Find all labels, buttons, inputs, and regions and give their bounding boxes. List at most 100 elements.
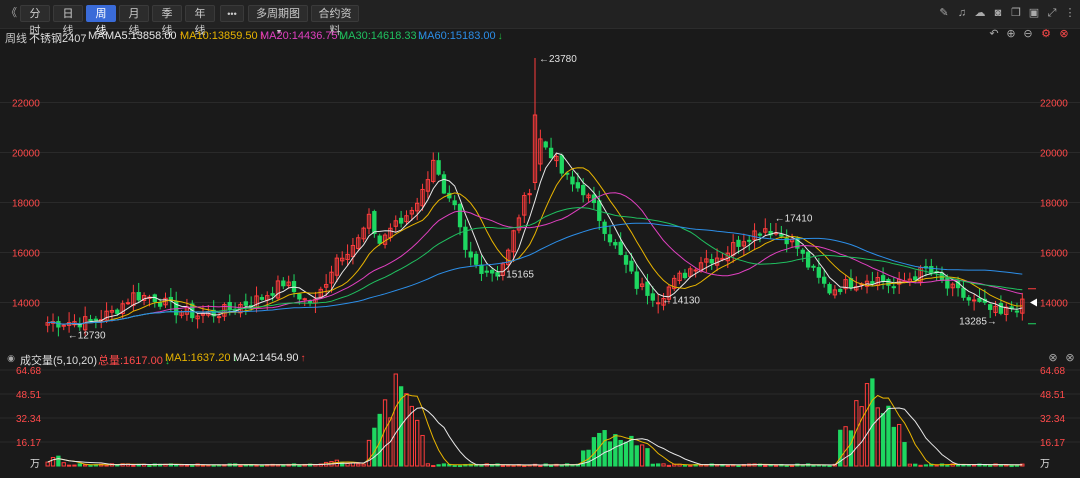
candle-body <box>575 182 581 189</box>
ma-label: MA <box>88 30 105 42</box>
period-tab-year[interactable]: 年线 <box>185 5 215 37</box>
volume-bar <box>725 464 730 467</box>
camera-icon[interactable]: ◙ <box>992 7 1004 19</box>
volume-bar <box>345 463 350 467</box>
candle-body <box>479 264 484 274</box>
more-periods-button[interactable]: ••• <box>220 5 244 22</box>
volume-legend: ◉ 成交量(5,10,20) 总量:1617.00 ↓ MA1:1637.20 ↓ … <box>0 351 1080 367</box>
volume-bar <box>548 464 554 467</box>
current-price-marker <box>1030 298 1037 307</box>
volume-bar <box>607 441 613 467</box>
close-icon[interactable]: ⊗ <box>1058 28 1070 40</box>
volume-bar <box>918 464 923 467</box>
close-icon[interactable]: ⊗ <box>1047 352 1059 364</box>
volume-bar <box>506 464 511 467</box>
window-icon[interactable]: ▣ <box>1028 7 1040 19</box>
vol-ma2: MA2:1454.90 ↑ <box>233 352 305 364</box>
candle-body <box>307 300 313 303</box>
candle-body <box>136 292 141 301</box>
candle-body <box>998 303 1004 314</box>
collapse-icon[interactable]: 《 <box>6 7 17 19</box>
candle-body <box>281 280 286 287</box>
price-annotation: ←15165 <box>496 269 534 280</box>
settings-icon[interactable]: ⚙ <box>1040 28 1052 40</box>
contract-info-button[interactable]: 合约资料 <box>311 5 359 37</box>
period-tab-day[interactable]: 日线 <box>53 5 83 37</box>
y-tick-label-right: 22000 <box>1040 99 1068 110</box>
volume-bar <box>827 465 832 468</box>
zoom-out-icon[interactable]: ⊖ <box>1022 28 1034 40</box>
settings-icon[interactable]: ◉ <box>5 352 17 364</box>
y-tick-label-left: 14000 <box>12 299 40 310</box>
close-icon[interactable]: ⊗ <box>1064 352 1076 364</box>
draw-icon[interactable]: ✎ <box>938 7 950 19</box>
period-tab-week[interactable]: 周线 <box>86 5 116 37</box>
vol-tick-label-left: 32.34 <box>16 414 41 425</box>
candle-body <box>966 297 971 301</box>
candle-body <box>891 286 896 289</box>
candle-body <box>682 272 688 279</box>
alert-icon[interactable]: ♫ <box>956 7 968 19</box>
candlestick-chart[interactable]: ←12730 ←23780 ←15165 ←14130 ←17410 13285→ 140… <box>0 45 1080 350</box>
candle-body <box>880 275 886 282</box>
volume-bar <box>1014 464 1020 467</box>
volume-bar <box>356 463 361 467</box>
candle-body <box>656 302 661 305</box>
ma20-text: MA20:14436.75 <box>260 30 338 42</box>
volume-bar <box>425 463 431 467</box>
candle-body <box>971 299 977 302</box>
vol-ma2-text: MA2:1454.90 <box>233 352 299 364</box>
vol-tick-label-right: 16.17 <box>1040 438 1065 449</box>
candle-body <box>436 160 441 175</box>
fullscreen-icon[interactable]: ⤢ <box>1046 7 1058 19</box>
volume-bar <box>409 405 414 467</box>
copy-icon[interactable]: ❐ <box>1010 7 1022 19</box>
volume-bar <box>297 464 302 467</box>
volume-bar <box>147 464 152 467</box>
volume-bar <box>131 464 136 467</box>
volume-bar <box>190 464 195 467</box>
volume-bar <box>597 432 602 467</box>
y-tick-label-right: 16000 <box>1040 249 1068 260</box>
undo-icon[interactable]: ↶ <box>988 28 1000 40</box>
candle-body <box>827 284 832 294</box>
candle-body <box>372 211 377 234</box>
toolbar: 《 分时 日线 周线 月线 季线 年线 ••• 多周期图 ▼ 合约资料 ✎ ♫ … <box>0 0 1080 37</box>
period-tab-month[interactable]: 月线 <box>119 5 149 37</box>
cloud-icon[interactable]: ☁ <box>974 7 986 19</box>
candle-body <box>377 235 382 244</box>
price-annotation: ←14130 <box>662 295 700 306</box>
volume-bar <box>457 465 463 468</box>
volume-bar <box>613 434 618 467</box>
volume-bar <box>998 464 1004 467</box>
volume-bar <box>811 464 816 467</box>
candle-body <box>398 217 404 224</box>
volume-chart[interactable]: 16.17 16.17 32.34 32.34 48.51 48.51 64.68 64.68… <box>0 366 1080 477</box>
period-tab-fenshi[interactable]: 分时 <box>20 5 50 37</box>
candle-body <box>886 279 891 286</box>
candle-body <box>736 239 741 247</box>
ma-line-10 <box>47 167 1023 325</box>
vol-unit-left: 万 <box>30 459 40 470</box>
candle-body <box>838 288 843 293</box>
ma10-text: MA10:13859.50 <box>180 30 258 42</box>
candle-body <box>816 267 821 278</box>
vol-unit-right: 万 <box>1040 459 1050 470</box>
more-vertical-icon[interactable]: ⋮ <box>1064 7 1076 19</box>
vol-ma1: MA1:1637.20 ↓ <box>165 352 237 364</box>
period-tab-quarter[interactable]: 季线 <box>152 5 182 37</box>
multi-period-dropdown[interactable]: 多周期图 ▼ <box>248 5 308 36</box>
candle-body <box>618 241 623 255</box>
price-annotation: ←23780 <box>539 54 577 65</box>
volume-bar <box>907 463 913 467</box>
volume-bar <box>393 373 398 467</box>
ma60-text: MA60:15183.00 <box>418 30 496 42</box>
ma5-text: MA5:13858.00 <box>105 30 177 42</box>
volume-bar <box>880 413 886 467</box>
volume-bar <box>988 464 993 467</box>
volume-bar <box>404 393 409 467</box>
price-annotation: ←17410 <box>775 213 813 224</box>
zoom-in-icon[interactable]: ⊕ <box>1005 28 1017 40</box>
volume-bar <box>372 427 377 467</box>
candle-body <box>811 265 816 268</box>
